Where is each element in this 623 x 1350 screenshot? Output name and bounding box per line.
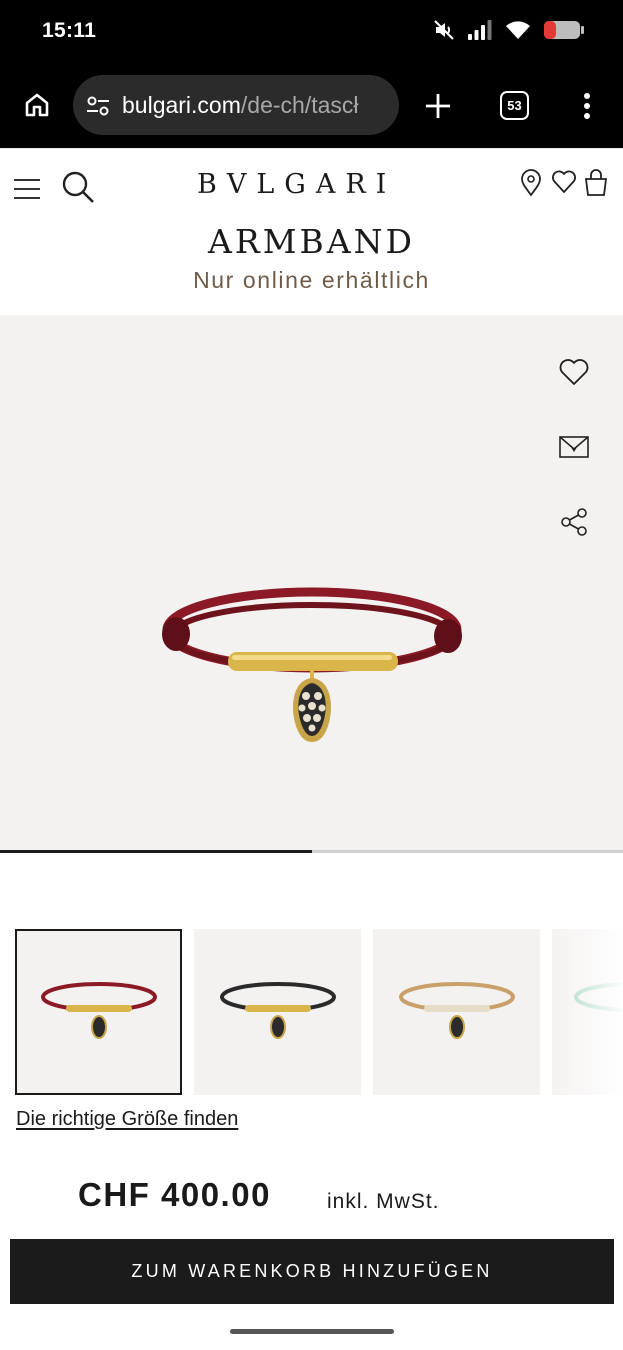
url-host: bulgari.com xyxy=(122,92,241,118)
bracelet-thumbnail xyxy=(219,982,336,1039)
url-path: /de-ch/tascł xyxy=(240,92,359,118)
url-bar[interactable]: bulgari.com/de-ch/tascł xyxy=(73,75,399,135)
thumbnail-beige[interactable] xyxy=(373,929,540,1095)
signal-icon xyxy=(467,19,493,46)
site-settings-icon[interactable] xyxy=(85,93,111,119)
email-share-button[interactable] xyxy=(554,427,594,467)
bracelet-image xyxy=(162,587,462,742)
add-to-cart-button[interactable]: ZUM WARENKORB HINZUFÜGEN xyxy=(10,1239,614,1304)
thumbnail-strip xyxy=(15,929,623,1095)
product-price: CHF 400.00 xyxy=(78,1176,271,1213)
gallery-progress xyxy=(0,850,623,853)
tabs-button[interactable]: 53 xyxy=(500,91,529,120)
battery-icon xyxy=(543,19,585,46)
envelope-icon xyxy=(559,436,589,458)
hamburger-icon[interactable] xyxy=(14,179,40,199)
share-icon xyxy=(561,508,587,536)
heart-icon[interactable] xyxy=(551,169,577,195)
status-time: 15:11 xyxy=(42,19,97,42)
product-title: ARMBAND xyxy=(208,222,415,256)
home-icon xyxy=(25,93,49,117)
brand-logo[interactable]: BVLGARI xyxy=(197,169,396,200)
vat-note: inkl. MwSt. xyxy=(327,1190,440,1213)
browser-home-button[interactable] xyxy=(18,86,56,124)
url-text[interactable]: bulgari.com/de-ch/tascł xyxy=(122,92,359,119)
new-tab-button[interactable] xyxy=(420,88,456,124)
browser-toolbar: bulgari.com/de-ch/tascł 53 xyxy=(0,62,623,148)
status-icons xyxy=(433,19,585,46)
thumbnail-red[interactable] xyxy=(15,929,182,1095)
site-header: BVLGARI xyxy=(0,148,623,224)
shopping-bag-icon[interactable] xyxy=(584,169,608,197)
search-icon[interactable] xyxy=(60,169,96,205)
home-indicator[interactable] xyxy=(230,1329,394,1334)
availability-note: Nur online erhältlich xyxy=(193,267,430,293)
browser-menu-button[interactable] xyxy=(576,88,598,124)
thumbnail-black[interactable] xyxy=(194,929,361,1095)
gallery-progress-fill xyxy=(0,850,312,853)
bracelet-thumbnail xyxy=(398,982,515,1039)
mute-icon xyxy=(433,19,455,46)
location-pin-icon[interactable] xyxy=(520,169,542,197)
page: 15:11 bulgari.com/de-ch/tascł 53 BVLGARI… xyxy=(0,0,623,1350)
wifi-icon xyxy=(505,19,531,46)
plus-icon xyxy=(426,94,450,118)
size-guide-link[interactable]: Die richtige Größe finden xyxy=(16,1108,238,1131)
wishlist-button[interactable] xyxy=(554,352,594,392)
status-bar: 15:11 xyxy=(0,0,623,62)
thumbnail-fade xyxy=(548,929,623,1095)
product-image-gallery[interactable] xyxy=(0,315,623,851)
heart-icon xyxy=(559,359,589,385)
kebab-menu-icon xyxy=(584,93,590,119)
share-button[interactable] xyxy=(554,502,594,542)
bracelet-thumbnail xyxy=(40,982,157,1039)
